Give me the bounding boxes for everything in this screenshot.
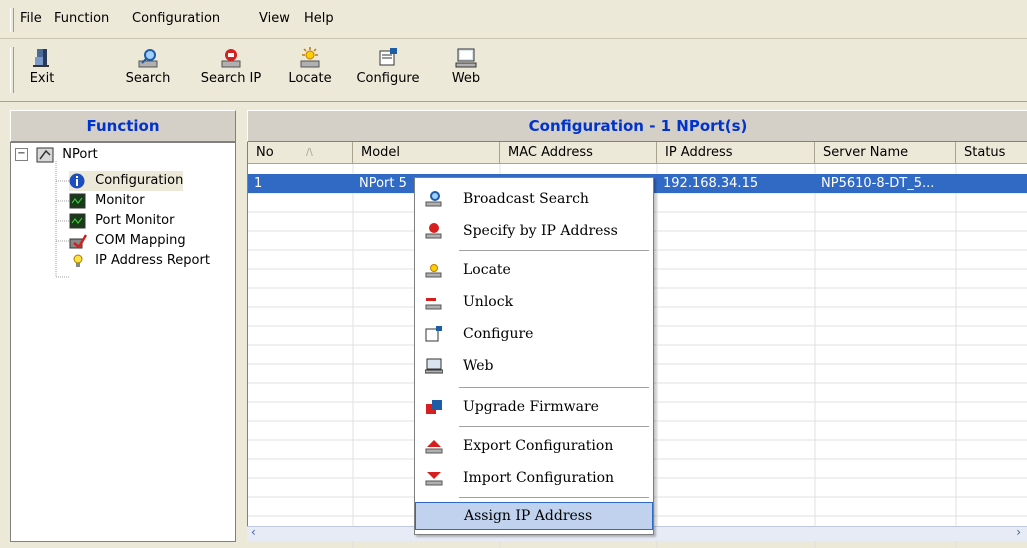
menu-function[interactable]: Function <box>54 11 109 26</box>
upgrade-firmware-icon <box>426 400 442 414</box>
search-ip-button[interactable]: Search IP <box>196 45 266 97</box>
column-no[interactable]: No /\ <box>248 142 353 164</box>
menu-view[interactable]: View <box>259 11 290 26</box>
menu-separator <box>459 497 649 498</box>
web-button[interactable]: Web <box>448 45 484 97</box>
search-icon <box>425 191 442 207</box>
locate-icon <box>425 264 442 278</box>
search-ip-icon <box>425 223 442 239</box>
menu-broadcast-search[interactable]: Broadcast Search <box>415 184 653 214</box>
context-menu: Broadcast Search Specify by IP Address L… <box>414 177 654 535</box>
menu-configuration[interactable]: Configuration <box>132 11 220 26</box>
menu-separator <box>459 387 649 388</box>
menu-file[interactable]: File <box>20 11 42 26</box>
configure-icon <box>425 326 442 342</box>
menu-import-configuration[interactable]: Import Configuration <box>415 463 653 493</box>
tree-item-configuration[interactable]: Configuration <box>69 171 184 191</box>
menu-bar: File Function Configuration View Help <box>0 0 1027 39</box>
export-icon <box>425 440 443 454</box>
tree-item-monitor[interactable]: Monitor <box>69 191 145 211</box>
collapse-icon[interactable]: − <box>15 148 28 161</box>
scroll-left-icon[interactable]: ‹ <box>251 525 256 539</box>
tree-item-com-mapping[interactable]: COM Mapping <box>69 231 186 251</box>
import-icon <box>425 472 443 486</box>
menu-configure[interactable]: Configure <box>415 319 653 349</box>
port-monitor-icon <box>69 213 87 229</box>
cell-no: 1 <box>254 176 263 191</box>
com-mapping-icon <box>69 233 88 249</box>
tree-item-ip-address-report[interactable]: IP Address Report <box>69 251 210 271</box>
column-status[interactable]: Status <box>956 142 1027 164</box>
nport-icon <box>36 147 54 163</box>
function-panel-title: Function <box>10 110 236 142</box>
menu-specify-by-ip[interactable]: Specify by IP Address <box>415 216 653 246</box>
scroll-right-icon[interactable]: › <box>1016 525 1021 539</box>
toolbar: Exit Search Search IP Locate Configure W… <box>0 39 1027 102</box>
toolbar-grip <box>10 47 14 93</box>
cell-server-name: NP5610-8-DT_5... <box>821 176 935 191</box>
info-icon <box>69 173 87 189</box>
exit-button[interactable]: Exit <box>20 45 64 97</box>
menu-assign-ip-address[interactable]: Assign IP Address <box>415 502 653 530</box>
column-model[interactable]: Model <box>353 142 500 164</box>
column-ip-address[interactable]: IP Address <box>657 142 815 164</box>
cell-ip: 192.168.34.15 <box>663 176 759 191</box>
monitor-icon <box>69 193 87 209</box>
lightbulb-icon <box>69 253 87 269</box>
column-mac-address[interactable]: MAC Address <box>500 142 657 164</box>
configure-icon <box>379 48 397 66</box>
menu-separator <box>459 250 649 251</box>
menubar-grip <box>10 8 14 32</box>
tree-root-nport[interactable]: − NPort <box>15 145 98 165</box>
unlock-icon <box>425 298 442 310</box>
exit-icon <box>33 49 49 67</box>
web-icon <box>425 358 443 374</box>
menu-web[interactable]: Web <box>415 351 653 381</box>
menu-locate[interactable]: Locate <box>415 255 653 285</box>
menu-help[interactable]: Help <box>304 11 334 26</box>
search-button[interactable]: Search <box>120 45 176 97</box>
menu-export-configuration[interactable]: Export Configuration <box>415 431 653 461</box>
locate-icon <box>300 47 320 68</box>
tree-item-port-monitor[interactable]: Port Monitor <box>69 211 174 231</box>
search-ip-icon <box>221 49 241 68</box>
search-icon <box>138 49 158 68</box>
web-icon <box>455 48 477 68</box>
function-tree: − NPort Configuration Monitor Port Monit… <box>10 142 236 542</box>
locate-button[interactable]: Locate <box>283 45 337 97</box>
configuration-panel-title: Configuration - 1 NPort(s) <box>247 110 1027 142</box>
column-server-name[interactable]: Server Name <box>815 142 956 164</box>
menu-unlock[interactable]: Unlock <box>415 287 653 317</box>
menu-separator <box>459 426 649 427</box>
cell-status <box>956 174 1027 193</box>
sort-ascending-icon: /\ <box>306 147 313 158</box>
menu-upgrade-firmware[interactable]: Upgrade Firmware <box>415 392 653 422</box>
configure-button[interactable]: Configure <box>352 45 424 97</box>
